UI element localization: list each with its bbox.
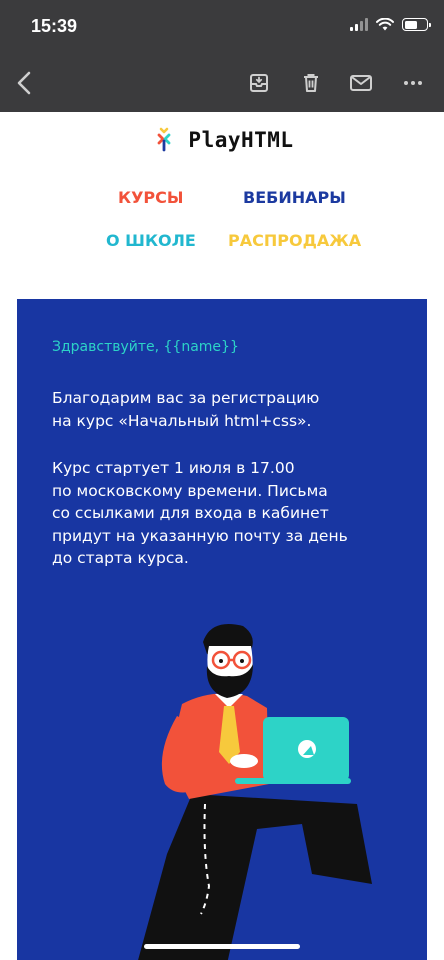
status-icons [350, 18, 431, 31]
archive-icon[interactable] [246, 70, 272, 96]
status-time: 15:39 [31, 16, 78, 36]
more-icon[interactable] [400, 70, 426, 96]
nav-link-sale[interactable]: РАСПРОДАЖА [228, 231, 361, 250]
registration-text: Благодарим вас за регистрацию на курс «Н… [52, 389, 320, 430]
playhtml-logo-icon [158, 127, 171, 152]
status-bar: 15:39 [0, 0, 444, 54]
trash-icon[interactable] [298, 70, 324, 96]
mail-icon[interactable] [348, 70, 374, 96]
battery-icon [402, 18, 431, 31]
nav-link-about-school[interactable]: О ШКОЛЕ [106, 231, 196, 250]
brand-name[interactable]: PlayHTML [188, 128, 293, 152]
mail-toolbar [0, 58, 444, 106]
brand-header: PlayHTML [0, 124, 444, 156]
nav-link-courses[interactable]: КУРСЫ [118, 188, 183, 207]
app-header: 15:39 [0, 0, 444, 112]
greeting-text: Здравствуйте, {{name}} [52, 339, 239, 355]
back-arrow-icon[interactable] [12, 70, 38, 96]
cellular-signal-icon [350, 18, 368, 31]
man-with-laptop-illustration [138, 624, 372, 960]
home-indicator[interactable] [144, 944, 300, 949]
nav-link-webinars[interactable]: ВЕБИНАРЫ [243, 188, 346, 207]
welcome-card: Здравствуйте, {{name}} Благодарим вас за… [17, 299, 427, 960]
battery-level [404, 20, 418, 29]
course-start-text: Курс стартует 1 июля в 17.00 по московск… [52, 459, 348, 567]
wifi-icon [376, 18, 394, 31]
